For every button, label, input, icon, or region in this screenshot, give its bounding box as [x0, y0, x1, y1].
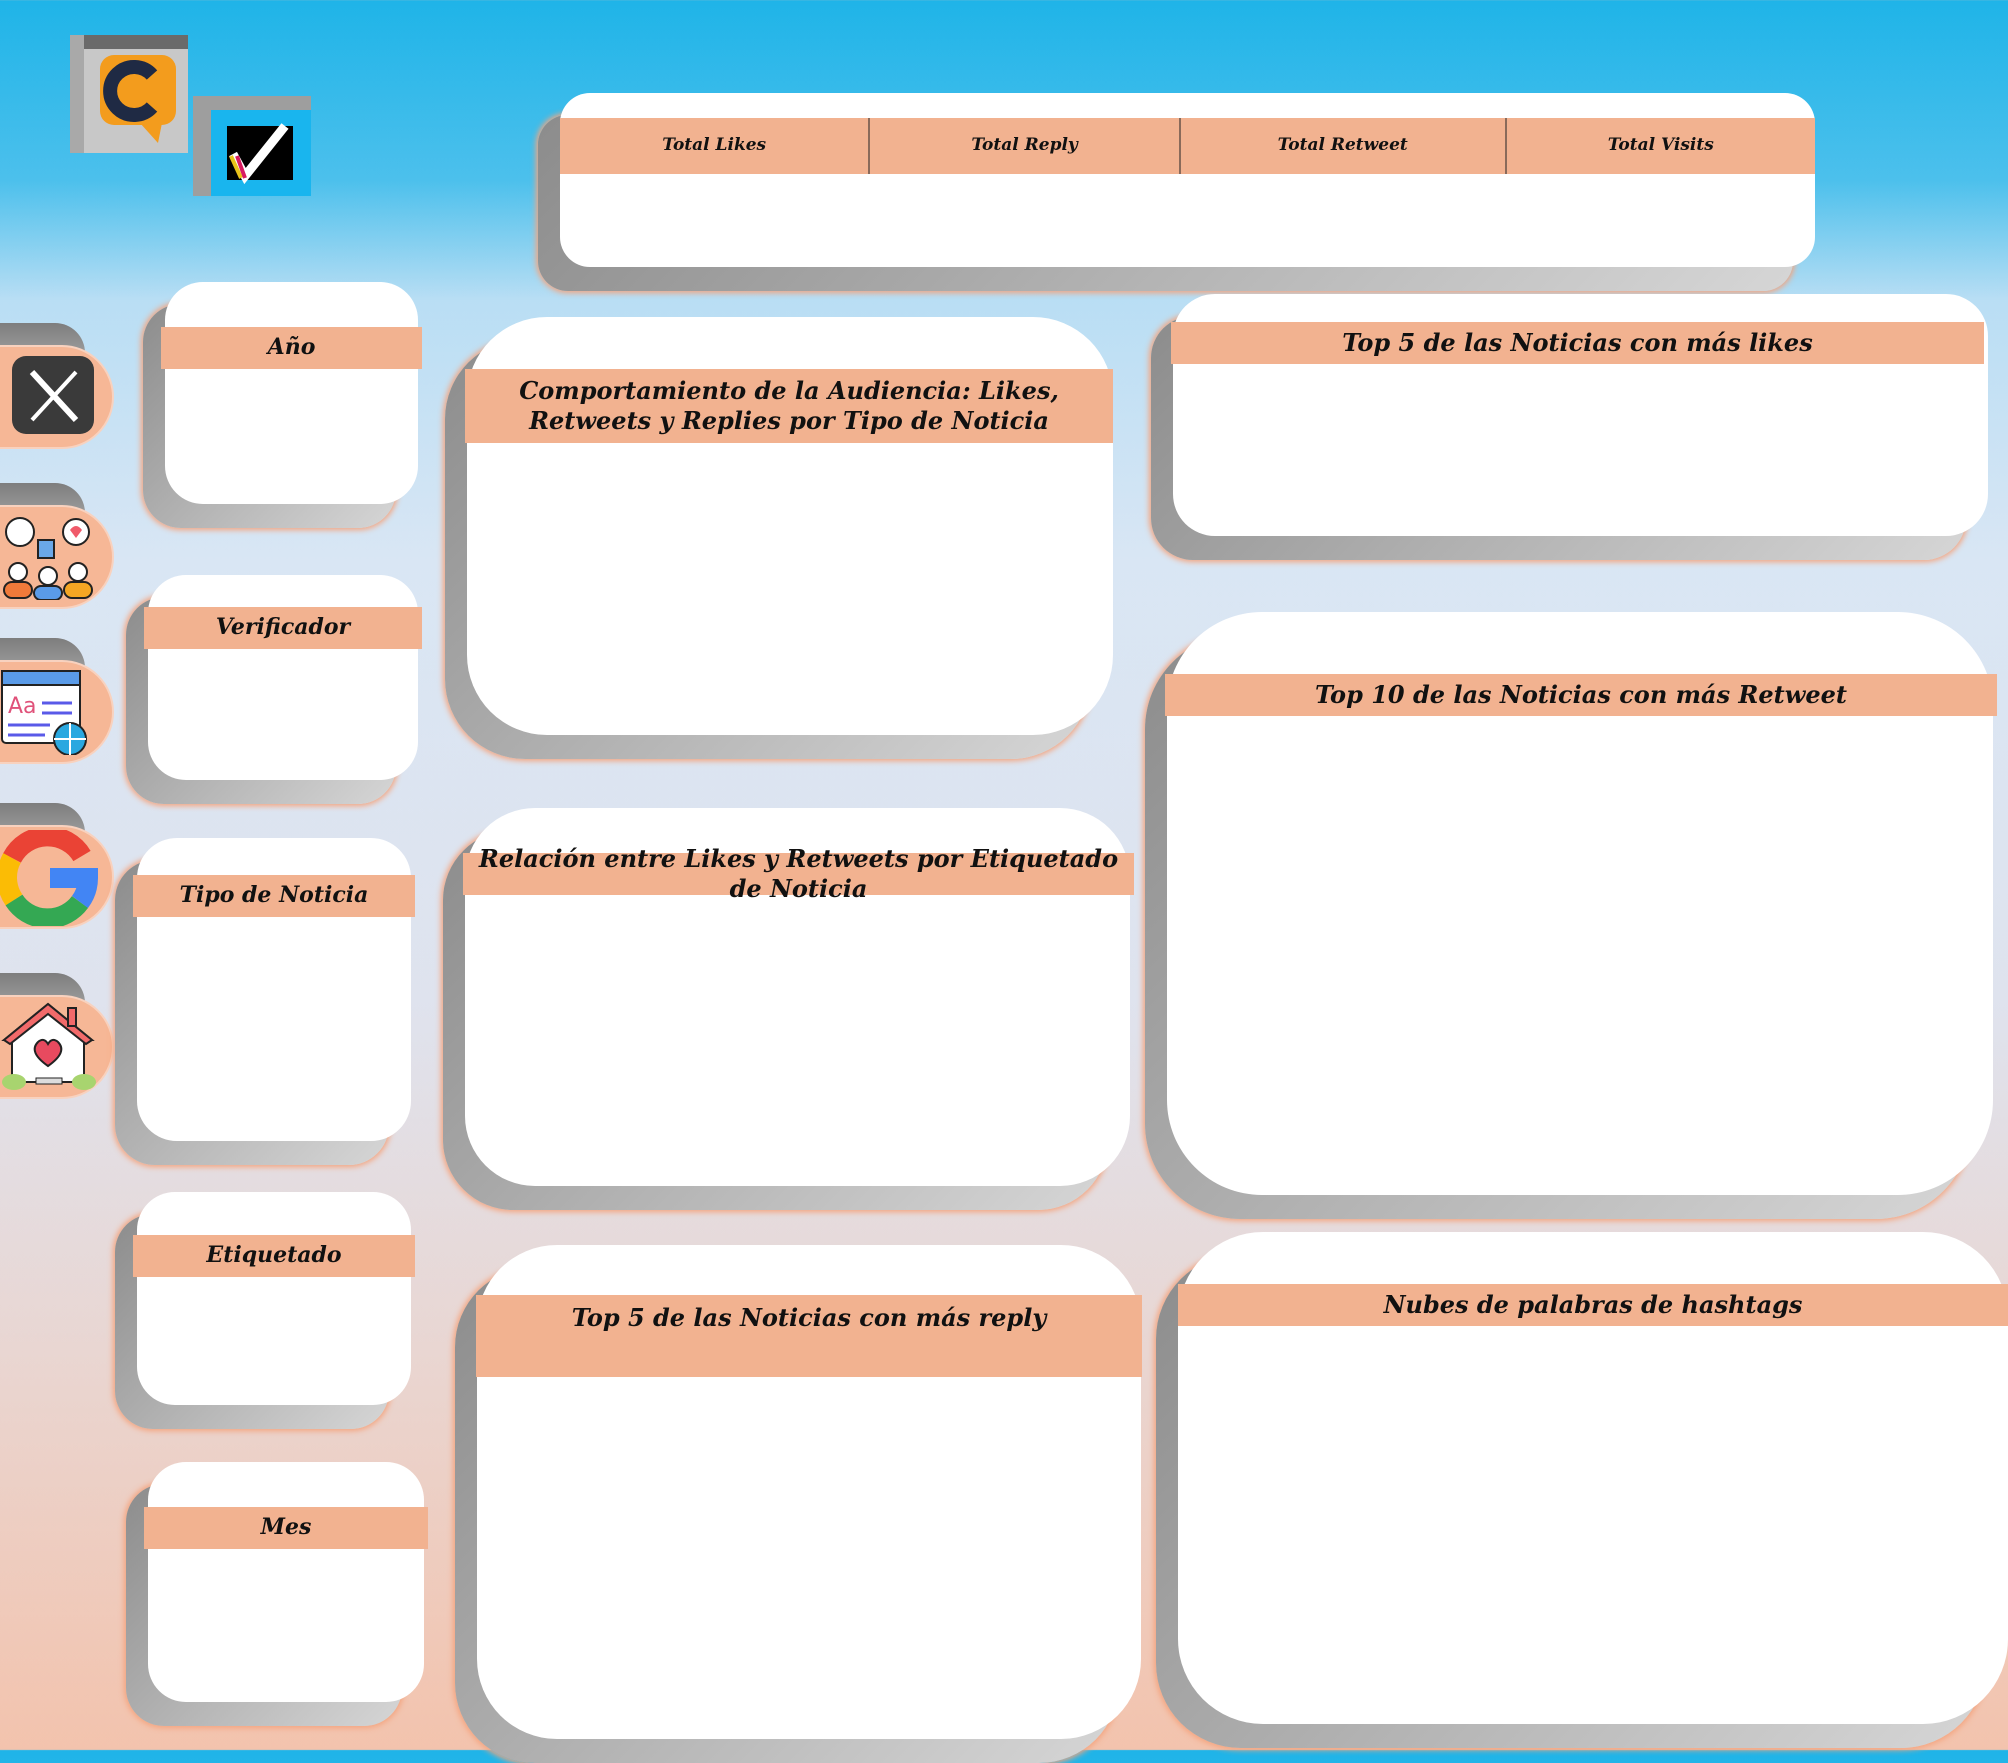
filter-tipo-noticia[interactable]: Tipo de Noticia: [115, 838, 415, 1165]
filter-mes-title: Mes: [144, 1507, 428, 1549]
nav-google-button[interactable]: [0, 803, 114, 929]
nav-home-button[interactable]: [0, 973, 114, 1099]
x-twitter-icon: [12, 356, 94, 434]
chart-comportamiento-title: Comportamiento de la Audiencia: Likes, R…: [465, 369, 1113, 443]
kpi-total-retweet: Total Retweet: [1181, 118, 1507, 174]
chart-top5-reply-title: Top 5 de las Noticias con más reply: [476, 1295, 1142, 1377]
kpi-total-visits: Total Visits: [1607, 135, 1714, 156]
audience-icon: [3, 517, 93, 600]
google-icon: [0, 830, 99, 926]
chart-top10-retweet: Top 10 de las Noticias con más Retweet: [1145, 612, 1997, 1219]
kpi-total-likes: Total Likes: [560, 118, 871, 174]
filter-anio-title: Año: [161, 327, 422, 369]
filter-verificador-title: Verificador: [144, 607, 422, 649]
kpi-header: Total Likes Total Reply Total Retweet To…: [560, 118, 1815, 174]
filter-anio[interactable]: Año: [143, 282, 422, 528]
verificador-logo-icon: [193, 96, 311, 196]
nav-web-button[interactable]: Aa: [0, 638, 114, 764]
chart-top5-likes: Top 5 de las Noticias con más likes: [1151, 294, 1988, 560]
filter-tipo-noticia-title: Tipo de Noticia: [133, 875, 415, 917]
chart-top10-retweet-title: Top 10 de las Noticias con más Retweet: [1165, 674, 1997, 716]
chart-top5-reply: Top 5 de las Noticias con más reply: [455, 1245, 1142, 1763]
kpi-panel: Total Likes Total Reply Total Retweet To…: [538, 93, 1815, 291]
filter-etiquetado[interactable]: Etiquetado: [115, 1192, 415, 1429]
web-article-icon: Aa: [1, 670, 87, 755]
chart-relacion-title: Relación entre Likes y Retweets por Etiq…: [463, 844, 1134, 903]
chart-relacion: Relación entre Likes y Retweets por Etiq…: [443, 808, 1134, 1210]
chart-nubes-hashtags: Nubes de palabras de hashtags: [1156, 1232, 2008, 1748]
filter-verificador[interactable]: Verificador: [126, 575, 422, 804]
filter-mes[interactable]: Mes: [126, 1462, 428, 1726]
nav-x-button[interactable]: [0, 323, 114, 449]
home-heart-icon: [1, 1002, 96, 1090]
nav-audience-button[interactable]: [0, 483, 114, 609]
chart-top5-likes-title: Top 5 de las Noticias con más likes: [1171, 322, 1984, 364]
kpi-total-reply: Total Reply: [870, 118, 1181, 174]
chart-comportamiento: Comportamiento de la Audiencia: Likes, R…: [445, 317, 1113, 759]
chart-nubes-hashtags-title: Nubes de palabras de hashtags: [1178, 1284, 2008, 1326]
svg-text:Aa: Aa: [8, 694, 37, 719]
c-logo-icon: [70, 35, 188, 153]
filter-etiquetado-title: Etiquetado: [133, 1235, 415, 1277]
